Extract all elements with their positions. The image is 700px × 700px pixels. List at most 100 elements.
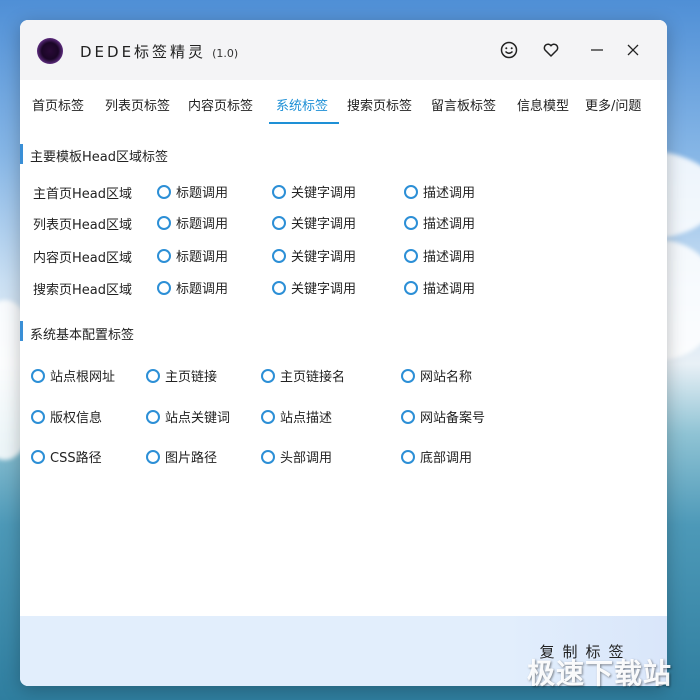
radio-circle: [404, 280, 418, 295]
radio-label: 标题调用: [176, 250, 229, 265]
radio-circle: [401, 409, 415, 424]
site-watermark: 极速下载站: [527, 657, 673, 690]
radio-label: 主页链接名: [280, 370, 346, 385]
radio-circle: [146, 368, 160, 383]
radio-option[interactable]: 标题调用: [157, 278, 228, 297]
radio-circle: [31, 368, 45, 383]
radio-circle: [157, 248, 171, 263]
head-row-label: 主首页Head区域: [33, 187, 132, 202]
radio-label: 关键字调用: [291, 282, 357, 297]
close-icon[interactable]: [622, 39, 644, 61]
radio-circle: [146, 409, 160, 424]
radio-option[interactable]: 主页链接名: [261, 366, 345, 385]
radio-option[interactable]: 站点根网址: [31, 366, 115, 385]
radio-circle: [272, 280, 286, 295]
radio-label: 标题调用: [176, 186, 229, 201]
radio-label: 关键字调用: [291, 217, 357, 232]
heart-icon[interactable]: [540, 39, 562, 61]
radio-option[interactable]: 关键字调用: [272, 182, 356, 201]
radio-option[interactable]: 关键字调用: [272, 246, 356, 265]
radio-option[interactable]: 主页链接: [146, 366, 217, 385]
radio-label: 关键字调用: [291, 186, 357, 201]
radio-label: 描述调用: [423, 282, 476, 297]
radio-circle: [261, 368, 275, 383]
tab-content[interactable]: 内容页标签: [188, 95, 253, 114]
radio-option[interactable]: 关键字调用: [272, 213, 356, 232]
radio-label: 描述调用: [423, 250, 476, 265]
radio-circle: [261, 449, 275, 464]
app-title-text: DEDE标签精灵: [80, 43, 207, 61]
radio-circle: [404, 248, 418, 263]
radio-circle: [401, 449, 415, 464]
radio-circle: [404, 215, 418, 230]
radio-label: CSS路径: [50, 451, 102, 466]
radio-label: 站点关键词: [165, 411, 231, 426]
radio-option[interactable]: 标题调用: [157, 246, 228, 265]
radio-option[interactable]: 标题调用: [157, 213, 228, 232]
radio-label: 关键字调用: [291, 250, 357, 265]
radio-option[interactable]: 描述调用: [404, 278, 475, 297]
head-section-title: 主要模板Head区域标签: [30, 150, 168, 165]
radio-label: 图片路径: [165, 451, 218, 466]
radio-label: 站点根网址: [50, 370, 116, 385]
radio-label: 描述调用: [423, 217, 476, 232]
radio-circle: [261, 409, 275, 424]
radio-option[interactable]: 网站名称: [401, 366, 472, 385]
radio-label: 标题调用: [176, 217, 229, 232]
radio-circle: [272, 184, 286, 199]
radio-label: 底部调用: [420, 451, 473, 466]
radio-option[interactable]: 站点描述: [261, 407, 332, 426]
radio-label: 网站名称: [420, 370, 473, 385]
head-row-label: 搜索页Head区域: [33, 283, 132, 298]
radio-circle: [146, 449, 160, 464]
radio-label: 版权信息: [50, 411, 103, 426]
config-section-title: 系统基本配置标签: [30, 328, 135, 343]
radio-option[interactable]: 标题调用: [157, 182, 228, 201]
radio-label: 头部调用: [280, 451, 333, 466]
radio-circle: [157, 280, 171, 295]
radio-label: 标题调用: [176, 282, 229, 297]
title-bar: DEDE标签精灵 (1.0): [20, 20, 667, 80]
radio-label: 描述调用: [423, 186, 476, 201]
active-tab-indicator: [269, 122, 339, 124]
tab-system[interactable]: 系统标签: [276, 95, 328, 114]
head-row-label: 内容页Head区域: [33, 251, 132, 266]
section-marker: [20, 321, 23, 341]
radio-option[interactable]: 图片路径: [146, 447, 217, 466]
radio-option[interactable]: 描述调用: [404, 246, 475, 265]
app-window: DEDE标签精灵 (1.0) 首页标签 列表页标签 内容页标签 系统标签 搜索页标…: [20, 20, 667, 686]
radio-label: 网站备案号: [420, 411, 486, 426]
radio-label: 站点描述: [280, 411, 333, 426]
radio-option[interactable]: 版权信息: [31, 407, 102, 426]
minimize-icon[interactable]: [586, 39, 608, 61]
app-version: (1.0): [212, 47, 239, 60]
radio-option[interactable]: 网站备案号: [401, 407, 485, 426]
radio-label: 主页链接: [165, 370, 218, 385]
section-marker: [20, 144, 23, 164]
app-logo: [37, 38, 63, 64]
radio-option[interactable]: 描述调用: [404, 213, 475, 232]
radio-circle: [157, 215, 171, 230]
radio-circle: [31, 409, 45, 424]
tab-home[interactable]: 首页标签: [32, 95, 84, 114]
head-row-label: 列表页Head区域: [33, 218, 132, 233]
tab-info-model[interactable]: 信息模型: [517, 95, 569, 114]
radio-option[interactable]: 底部调用: [401, 447, 472, 466]
radio-option[interactable]: CSS路径: [31, 447, 102, 466]
radio-circle: [272, 248, 286, 263]
radio-circle: [31, 449, 45, 464]
radio-circle: [157, 184, 171, 199]
tab-bar: 首页标签 列表页标签 内容页标签 系统标签 搜索页标签 留言板标签 信息模型 更…: [20, 80, 667, 126]
radio-option[interactable]: 头部调用: [261, 447, 332, 466]
tab-list[interactable]: 列表页标签: [105, 95, 170, 114]
smiley-icon[interactable]: [498, 39, 520, 61]
radio-circle: [272, 215, 286, 230]
tab-guestbook[interactable]: 留言板标签: [431, 95, 496, 114]
radio-option[interactable]: 站点关键词: [146, 407, 230, 426]
radio-circle: [404, 184, 418, 199]
radio-circle: [401, 368, 415, 383]
tab-more[interactable]: 更多/问题: [585, 95, 641, 114]
radio-option[interactable]: 描述调用: [404, 182, 475, 201]
tab-search[interactable]: 搜索页标签: [347, 95, 412, 114]
radio-option[interactable]: 关键字调用: [272, 278, 356, 297]
